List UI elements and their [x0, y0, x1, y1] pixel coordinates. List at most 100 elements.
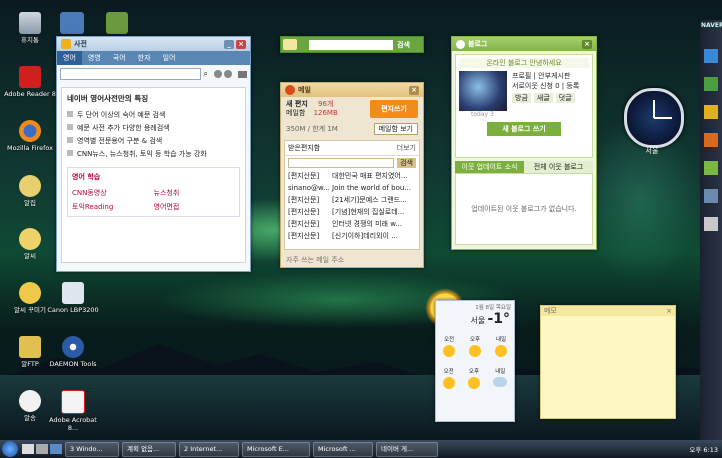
sidebar-icon[interactable]	[704, 161, 718, 175]
computer-icon[interactable]	[60, 12, 84, 34]
mail-search-input[interactable]	[288, 158, 395, 168]
close-button[interactable]: ×	[236, 39, 246, 49]
feature-item: 예문 사전 추가 다양한 용례검색	[67, 123, 240, 133]
taskbar-item[interactable]: 계획 없음...	[122, 441, 176, 457]
tag-recent[interactable]: 방금	[512, 93, 531, 103]
taskbar-item[interactable]: 2 Internet...	[179, 441, 239, 457]
tab-all-neighbors[interactable]: 전체 이웃 블로그	[524, 161, 593, 173]
search-icon[interactable]: ⌕	[204, 69, 208, 79]
taskbar-item[interactable]: Microsoft ...	[313, 441, 373, 457]
quick-launch-icon[interactable]	[22, 444, 34, 454]
sidebar-icon[interactable]	[704, 105, 718, 119]
learn-link-cnn[interactable]: CNN동영상	[72, 188, 154, 198]
desktop-icon-adobe-reader[interactable]: Adobe Reader 8	[2, 66, 58, 98]
taskbar-item[interactable]: 3 Windo...	[65, 441, 119, 457]
sidebar-icon[interactable]	[704, 133, 718, 147]
neighbors-value[interactable]: 신청	[540, 82, 553, 90]
desktop-icon-canon-printer[interactable]: Canon LBP3200	[45, 282, 101, 314]
mail-title: 메일	[298, 86, 311, 94]
tab-english-english[interactable]: 영영	[82, 51, 107, 65]
mailbox-label: 메일함	[286, 109, 306, 117]
taskbar-item[interactable]: Microsoft E...	[242, 441, 310, 457]
mail-row[interactable]: sinano@w... Join the world of bou...	[285, 182, 419, 194]
profile-value[interactable]: 안부게시판	[538, 72, 570, 80]
learn-link-news[interactable]: 뉴스청취	[154, 188, 236, 198]
back-icon[interactable]	[214, 70, 222, 78]
close-button[interactable]: ×	[409, 85, 419, 95]
start-button[interactable]	[2, 441, 18, 457]
learn-link-toeic[interactable]: 토익Reading	[72, 202, 154, 212]
mail-row[interactable]: [편지산문] [21세기]문예스 그랜드...	[285, 194, 419, 206]
sidebar-icon[interactable]	[704, 77, 718, 91]
new-mail-count[interactable]: 96개	[318, 100, 333, 108]
desktop-icon-label: Adobe Acrobat 8...	[49, 416, 97, 432]
profile-label[interactable]: 프로필	[512, 72, 531, 80]
mail-search-button[interactable]: 검색	[397, 158, 416, 168]
clock-minute-hand	[654, 117, 672, 119]
search-widget-button[interactable]: 검색	[397, 40, 410, 50]
dictionary-title: 사전	[74, 40, 87, 48]
sidebar-icon[interactable]	[704, 49, 718, 63]
alsee-decorate-icon	[19, 282, 41, 304]
desktop-icon-alzip[interactable]: 알집	[2, 175, 58, 207]
mail-list: 받은편지함 더보기 검색 [편지산문] 대한민국 매표 편지였어... sinan…	[284, 140, 420, 250]
section-title: 네이버 영어사전만의 특징	[67, 94, 149, 103]
memo-text-area[interactable]	[541, 316, 675, 416]
naver-widget-icon[interactable]	[106, 12, 128, 34]
dictionary-search-row: ⌕	[57, 65, 250, 83]
learn-link-interview[interactable]: 영어면접	[154, 202, 236, 212]
taskbar-item[interactable]: 네이버 게...	[376, 441, 438, 457]
desktop-icon-label: 알집	[24, 199, 36, 207]
desktop-icon-firefox[interactable]: Mozilla Firefox	[2, 120, 58, 152]
desktop-icon-label: Mozilla Firefox	[7, 144, 53, 152]
feature-item: 영역별 전문용어 구분 & 검색	[67, 136, 240, 146]
minimize-button[interactable]: _	[224, 39, 234, 49]
dictionary-search-input[interactable]	[60, 68, 201, 80]
close-button[interactable]: ×	[582, 39, 592, 49]
mail-icon[interactable]	[238, 70, 247, 78]
quota-text: 350M / 한계 1M	[286, 125, 338, 133]
mail-row[interactable]: [편지산문] [기념]현재의 집실로데...	[285, 206, 419, 218]
desktop-icon-label: Canon LBP3200	[47, 306, 99, 314]
blog-profile-image[interactable]	[459, 71, 507, 111]
mail-row[interactable]: [편지산문] 대한민국 매표 편지였어...	[285, 170, 419, 182]
mail-row[interactable]: [편지산문] 인터넷 경쟁의 미래 w...	[285, 218, 419, 230]
weather-widget: 1월 8일 목요일 서울 -1° 오전 오후 내일 오전 오후 내일	[435, 300, 515, 422]
tab-hanja[interactable]: 한자	[132, 51, 157, 65]
sidebar-icon[interactable]	[704, 217, 718, 231]
tab-neighbor-updates[interactable]: 이웃 업데이트 소식	[455, 161, 524, 173]
close-icon[interactable]: ×	[666, 307, 672, 315]
more-link[interactable]: 더보기	[397, 143, 416, 153]
desktop-icon-recycle-bin[interactable]: 휴지통	[2, 12, 58, 44]
search-widget-input[interactable]	[309, 39, 393, 50]
clock-hour-hand	[653, 100, 655, 118]
sun-icon	[443, 345, 455, 357]
quick-launch-icon[interactable]	[50, 444, 62, 454]
sun-cloud-icon	[495, 345, 507, 357]
adobe-reader-icon	[19, 66, 41, 88]
tag-comments[interactable]: 덧글	[555, 93, 575, 103]
desktop-icon-daemon-tools[interactable]: DAEMON Tools	[45, 336, 101, 368]
mail-row[interactable]: [편지산문] [신기이하]데리외이 ...	[285, 230, 419, 242]
tab-japanese[interactable]: 일어	[157, 51, 182, 65]
blog-write-button[interactable]: 새 블로그 쓰기	[487, 122, 561, 136]
forward-icon[interactable]	[224, 70, 232, 78]
desktop-icon-acrobat[interactable]: Adobe Acrobat 8...	[45, 390, 101, 432]
mail-footer[interactable]: 자주 쓰는 메일 주소	[281, 253, 423, 267]
tag-new-post[interactable]: 새글	[533, 93, 553, 103]
dictionary-logo-icon	[61, 39, 71, 49]
tab-english[interactable]: 영어	[57, 51, 82, 65]
clock-widget	[624, 88, 684, 148]
view-mailbox-button[interactable]: 메일함 보기	[373, 123, 418, 135]
cloud-icon	[493, 377, 508, 387]
taskbar-clock[interactable]: 오후 6:13	[689, 444, 718, 454]
compose-button[interactable]: 편지쓰기	[370, 100, 418, 118]
quick-launch-icon[interactable]	[36, 444, 48, 454]
dictionary-titlebar: 사전 _ ×	[57, 37, 250, 51]
sidebar-icon[interactable]	[704, 189, 718, 203]
sidebar-title: NAVER	[701, 22, 722, 29]
desktop-icon-alsee[interactable]: 알씨	[2, 228, 58, 260]
clock-label: 서울	[645, 147, 659, 155]
inbox-label: 받은편지함	[288, 144, 321, 152]
tab-korean[interactable]: 국어	[107, 51, 132, 65]
